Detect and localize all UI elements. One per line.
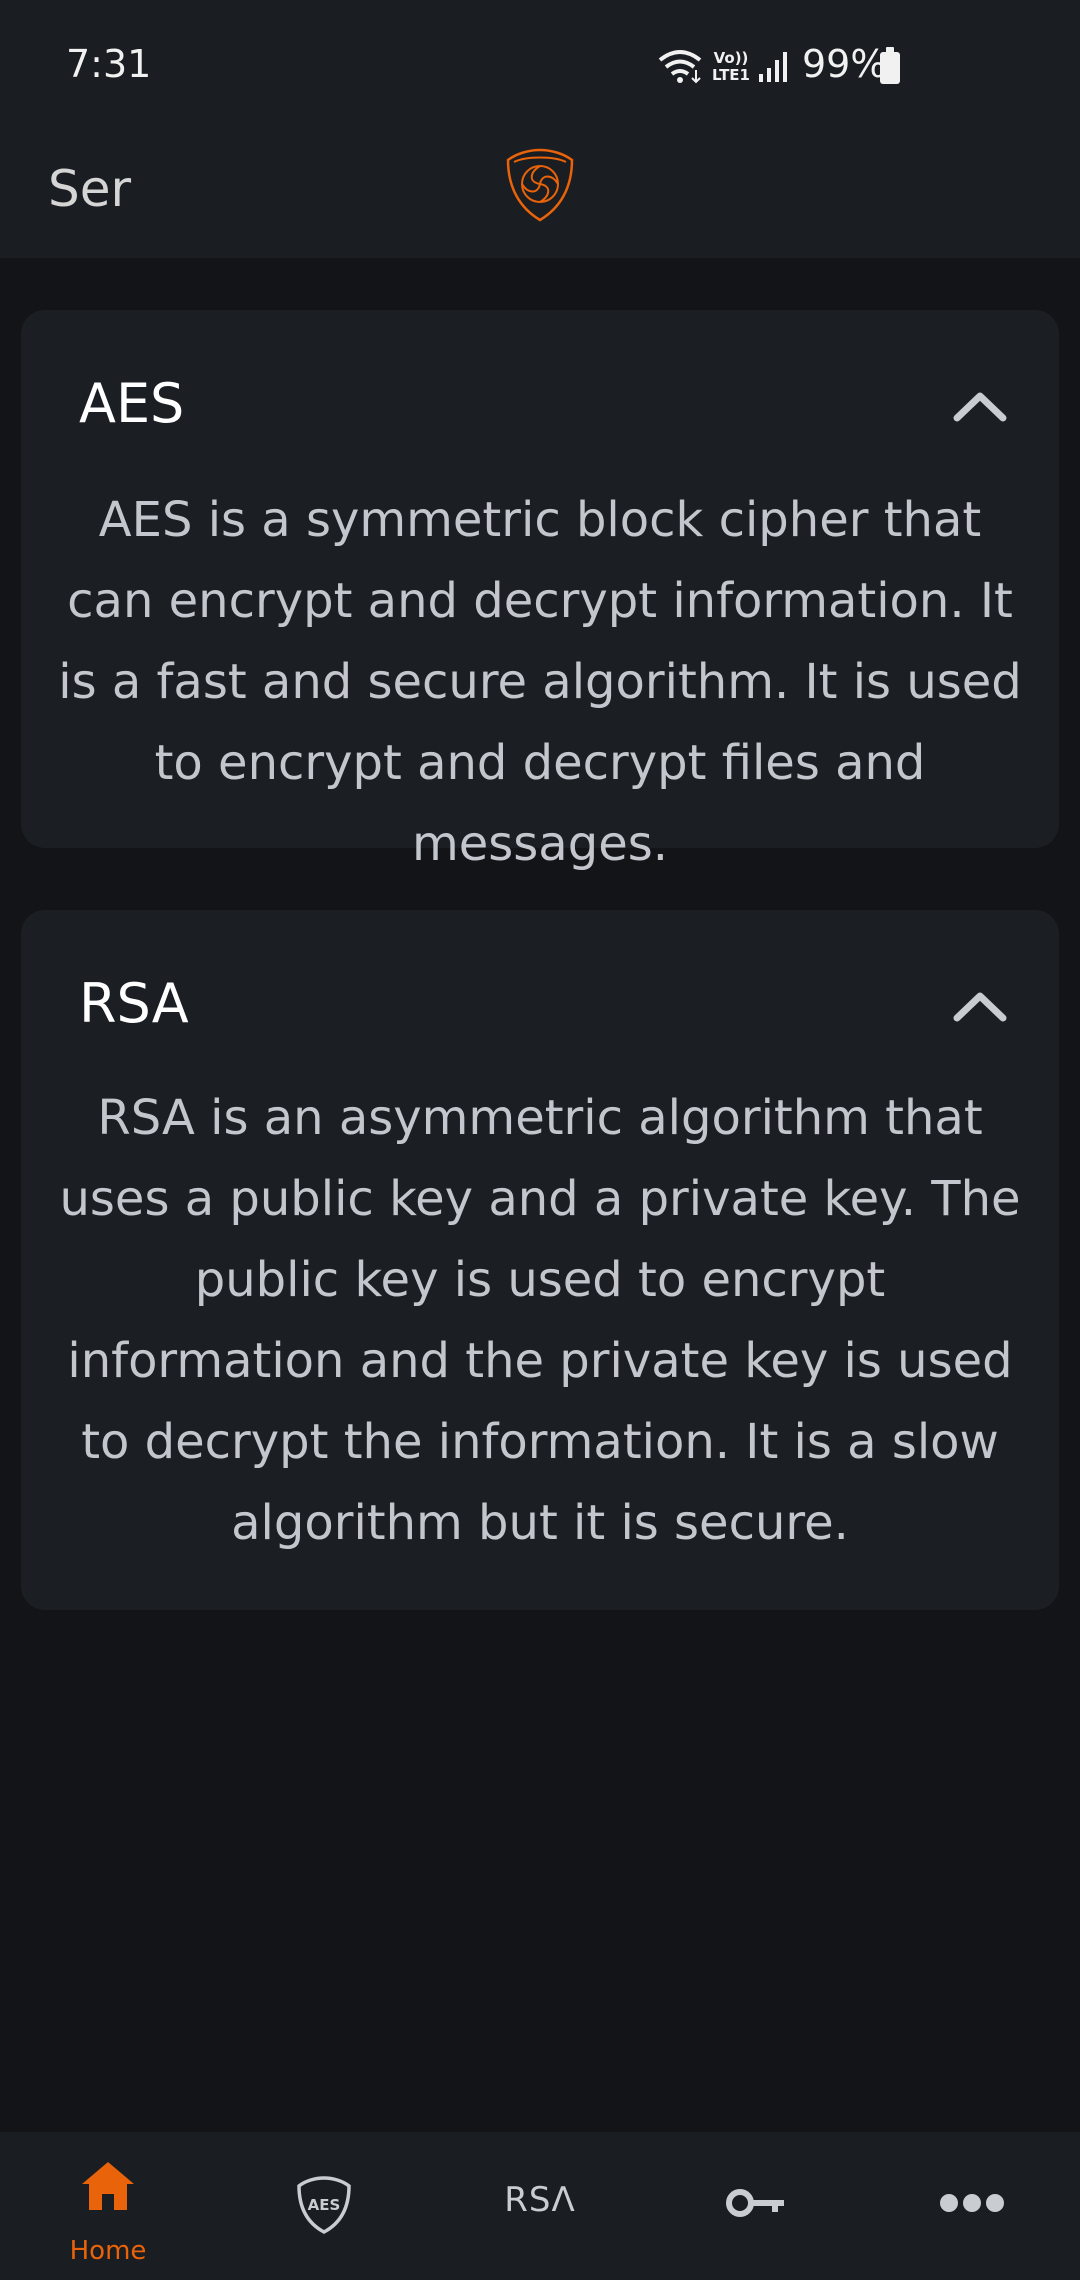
volte-label-top: Vo)): [713, 49, 749, 67]
rsa-section-description: RSA is an asymmetric algorithm that uses…: [59, 1090, 1021, 1551]
nav-item-more[interactable]: [864, 2132, 1080, 2280]
screen: 7:31 Vo)) LTE1 99% Ser AES AES is a symm…: [0, 0, 1080, 2280]
signal-icon: [759, 52, 787, 82]
nav-label-home: Home: [69, 2236, 147, 2266]
nav-item-key[interactable]: [648, 2132, 864, 2280]
volte-label-bottom: LTE1: [712, 66, 750, 84]
more-icon: [940, 2194, 1004, 2212]
home-icon: [82, 2162, 134, 2210]
app-bar: Ser: [0, 130, 1080, 258]
aes-section-header[interactable]: AES: [21, 310, 1059, 480]
aes-section-title: AES: [79, 372, 185, 435]
app-shield-logo: [506, 148, 574, 222]
status-time: 7:31: [66, 42, 152, 86]
nav-item-aes[interactable]: AES: [216, 2132, 432, 2280]
status-bar: 7:31 Vo)) LTE1 99%: [0, 0, 1080, 130]
app-title: Ser: [48, 160, 132, 218]
key-icon: [726, 2189, 784, 2217]
battery-icon: [880, 47, 900, 84]
chevron-up-icon[interactable]: [951, 988, 1009, 1024]
aes-section-description: AES is a symmetric block cipher that can…: [58, 492, 1022, 872]
rsa-section-card: RSA RSA is an asymmetric algorithm that …: [21, 910, 1059, 1610]
wifi-icon: [658, 50, 702, 84]
nav-item-home[interactable]: Home: [0, 2132, 216, 2280]
aes-shield-icon: AES: [297, 2176, 351, 2234]
aes-shield-icon-text: AES: [308, 2196, 341, 2214]
battery-percentage: 99%: [802, 42, 887, 86]
volte-icon: Vo)) LTE1: [710, 50, 752, 88]
rsa-icon: RSΛ: [504, 2180, 576, 2220]
chevron-up-icon[interactable]: [951, 388, 1009, 424]
rsa-section-title: RSA: [79, 972, 189, 1035]
nav-item-rsa[interactable]: RSΛ: [432, 2132, 648, 2280]
rsa-section-header[interactable]: RSA: [21, 910, 1059, 1080]
bottom-navigation: Home AES RSΛ: [0, 2132, 1080, 2280]
aes-section-card: AES AES is a symmetric block cipher that…: [21, 310, 1059, 872]
